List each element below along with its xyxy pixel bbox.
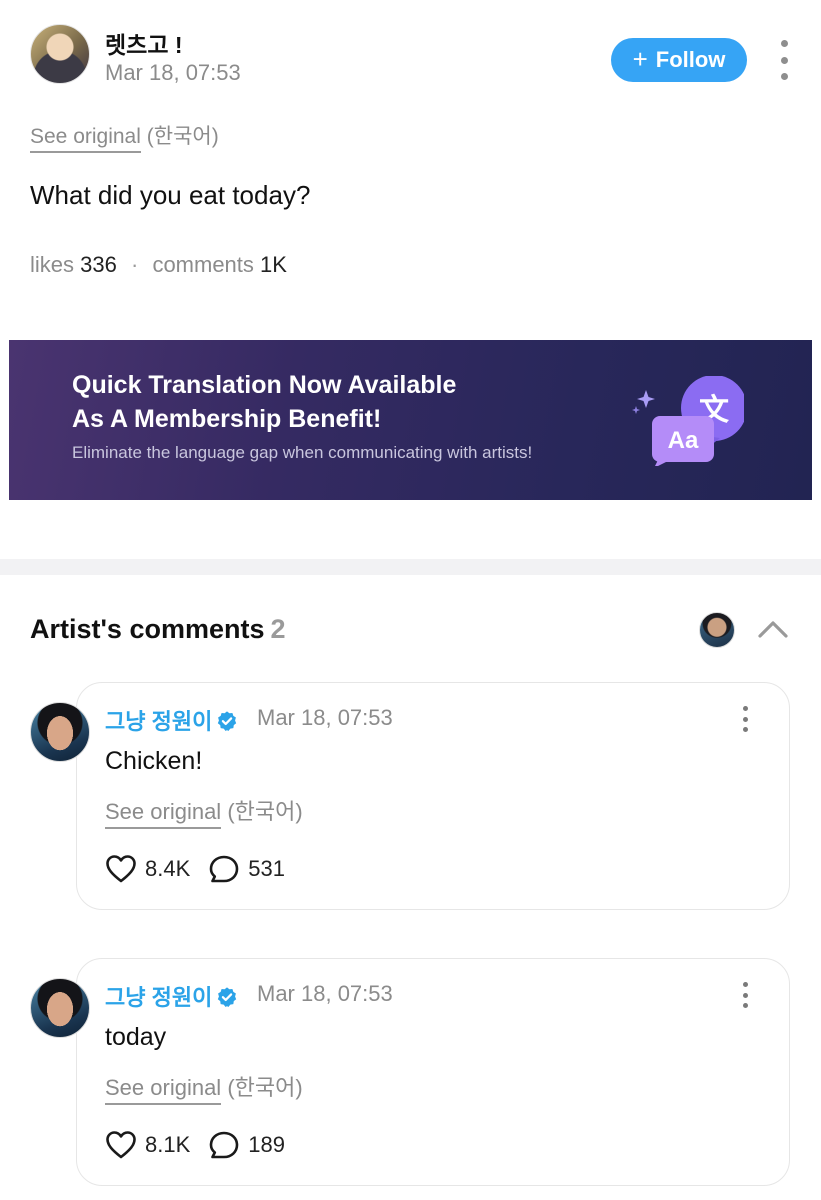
author-avatar[interactable] — [30, 24, 90, 84]
original-language: (한국어) — [146, 125, 219, 148]
comment-bubble-icon[interactable] — [208, 1130, 240, 1160]
see-original-row: See original (한국어) — [105, 1070, 303, 1105]
verified-badge-icon — [218, 987, 237, 1007]
see-original-link[interactable]: See original — [30, 125, 141, 153]
artist-comments-label: Artist's comments — [30, 614, 265, 644]
comment-actions: 8.4K 531 — [105, 854, 285, 884]
artist-name-text: 그냥 정원이 — [105, 709, 213, 734]
likes-label: likes — [30, 252, 75, 277]
see-original-row: See original (한국어) — [105, 794, 303, 829]
like-count: 8.4K — [145, 856, 191, 881]
follow-button[interactable]: + Follow — [611, 38, 747, 82]
more-vertical-icon[interactable] — [738, 706, 752, 732]
more-vertical-icon[interactable] — [775, 40, 793, 80]
comments-count[interactable]: 1K — [260, 252, 287, 277]
heart-icon[interactable] — [105, 1130, 137, 1160]
post-header: 렛츠고 ! Mar 18, 07:53 + Follow — [30, 24, 800, 88]
post-text: What did you eat today? — [30, 180, 311, 210]
see-original-link[interactable]: See original — [105, 1075, 222, 1105]
original-language: (한국어) — [227, 1075, 303, 1100]
artist-name[interactable]: 그냥 정원이 — [105, 704, 238, 736]
original-language: (한국어) — [227, 799, 303, 824]
post-stats: likes 336 · comments 1K — [30, 252, 287, 278]
reply-count: 189 — [248, 1132, 285, 1157]
comment-text: Chicken! — [105, 747, 203, 775]
follow-label: Follow — [655, 47, 726, 72]
stats-separator: · — [130, 252, 139, 277]
artist-avatar[interactable] — [30, 978, 90, 1038]
like-count: 8.1K — [145, 1132, 191, 1157]
comment-text: today — [105, 1023, 167, 1051]
artist-avatar-small — [699, 612, 735, 648]
more-vertical-icon[interactable] — [738, 982, 752, 1008]
section-divider — [0, 559, 821, 575]
banner-title-line1: Quick Translation Now Available — [72, 371, 457, 399]
translate-icon: 文 Aa — [632, 376, 744, 466]
comment-time: Mar 18, 07:53 — [257, 981, 393, 1006]
artist-name[interactable]: 그냥 정원이 — [105, 980, 238, 1012]
comment-actions: 8.1K 189 — [105, 1130, 285, 1160]
artist-name-text: 그냥 정원이 — [105, 985, 213, 1010]
author-name[interactable]: 렛츠고 ! — [105, 26, 183, 60]
verified-badge-icon — [218, 711, 237, 731]
comments-label[interactable]: comments — [152, 252, 253, 277]
heart-icon[interactable] — [105, 854, 137, 884]
membership-banner[interactable]: Quick Translation Now Available As A Mem… — [9, 340, 812, 500]
see-original-row: See original (한국어) — [30, 120, 219, 153]
chevron-up-icon[interactable] — [757, 616, 789, 642]
artist-comments-count: 2 — [270, 614, 286, 644]
banner-subtitle: Eliminate the language gap when communic… — [72, 443, 533, 462]
artist-comments-title: Artist's comments 2 — [30, 614, 286, 645]
comment-bubble-icon[interactable] — [208, 854, 240, 884]
reply-count: 531 — [248, 856, 285, 881]
post-time: Mar 18, 07:53 — [105, 60, 241, 85]
translate-glyph-front: Aa — [668, 427, 699, 454]
likes-count: 336 — [80, 252, 117, 277]
banner-title-line2: As A Membership Benefit! — [72, 405, 382, 433]
artist-avatar[interactable] — [30, 702, 90, 762]
see-original-link[interactable]: See original — [105, 799, 222, 829]
comment-time: Mar 18, 07:53 — [257, 705, 393, 730]
plus-icon: + — [632, 44, 648, 74]
